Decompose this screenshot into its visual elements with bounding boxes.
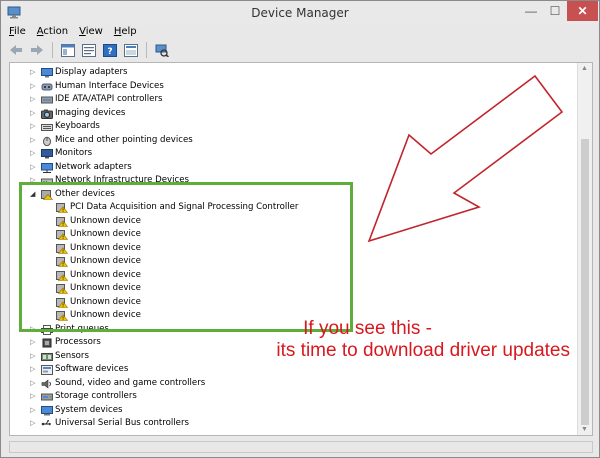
tree-node-label: Processors (55, 337, 101, 347)
tree-node-mice[interactable]: ▷ Mice and other pointing devices (10, 134, 578, 148)
tree-node-label: Keyboards (55, 121, 100, 131)
scan-hardware-icon (155, 44, 169, 57)
menu-bar: File Action View Help (1, 25, 599, 39)
minimize-button[interactable]: — (519, 1, 543, 21)
scroll-up-arrow-icon[interactable]: ▲ (581, 65, 588, 72)
back-arrow-icon (10, 45, 22, 55)
back-button[interactable] (7, 42, 25, 58)
tree-node-label: Network adapters (55, 161, 132, 172)
tree-node-label: Mice and other pointing devices (55, 134, 193, 145)
title-bar[interactable]: Device Manager — ☐ ✕ (1, 1, 599, 25)
menu-help[interactable]: Help (110, 25, 144, 39)
monitor-icon (41, 149, 53, 159)
hid-icon (41, 83, 53, 90)
tree-node-label: Sound, video and game controllers (55, 377, 206, 388)
tree-node-label: Human Interface Devices (55, 80, 164, 91)
display-adapter-icon (41, 68, 53, 78)
expand-arrow-icon[interactable]: ▷ (30, 134, 38, 148)
help-button[interactable]: ? (101, 42, 119, 58)
properties-button[interactable] (80, 42, 98, 58)
toolbar: ? (1, 39, 599, 61)
network-adapter-icon (41, 162, 53, 173)
forward-arrow-icon (31, 45, 43, 55)
expand-arrow-icon[interactable]: ▷ (30, 390, 38, 404)
forward-button[interactable] (28, 42, 46, 58)
imaging-device-icon (41, 109, 53, 119)
tree-node-sound-video[interactable]: ▷ Sound, video and game controllers (10, 377, 578, 391)
tree-node-keyboards[interactable]: ▷ Keyboards (10, 120, 578, 134)
menu-file[interactable]: File (5, 25, 33, 39)
expand-arrow-icon[interactable]: ▷ (30, 377, 38, 391)
tree-node-label: Imaging devices (55, 107, 126, 118)
system-device-icon (41, 405, 53, 415)
tree-node-label: Universal Serial Bus controllers (55, 418, 189, 428)
expand-arrow-icon[interactable]: ▷ (30, 336, 38, 350)
toolbar-separator-2 (146, 42, 147, 58)
expand-arrow-icon[interactable]: ▷ (30, 161, 38, 175)
tree-node-ide-controllers[interactable]: ▷ IDE ATA/ATAPI controllers (10, 93, 578, 107)
annotation-text-line-1: If you see this - (303, 318, 432, 339)
window-title: Device Manager (251, 6, 349, 20)
status-bar (9, 441, 593, 453)
expand-arrow-icon[interactable]: ▷ (30, 350, 38, 364)
menu-view[interactable]: View (75, 25, 110, 39)
tree-node-label: Sensors (55, 350, 89, 361)
expand-arrow-icon[interactable]: ▷ (30, 66, 38, 80)
annotation-text-line-2: its time to download driver updates (276, 340, 570, 361)
menu-action[interactable]: Action (33, 25, 75, 39)
tree-node-human-interface-devices[interactable]: ▷ Human Interface Devices (10, 80, 578, 94)
mouse-icon (43, 136, 51, 146)
vertical-scrollbar[interactable]: ▲ ▼ (577, 63, 592, 435)
tree-node-usb-controllers[interactable]: ▷ Universal Serial Bus controllers (10, 417, 578, 431)
ide-controller-icon (41, 96, 53, 104)
menu-help-label: elp (121, 26, 137, 37)
expand-arrow-icon[interactable]: ▷ (30, 404, 38, 418)
other-devices-highlight-box (19, 182, 353, 332)
tree-node-system-devices[interactable]: ▷ System devices (10, 404, 578, 418)
tree-node-monitors[interactable]: ▷ Monitors (10, 147, 578, 161)
tree-node-label: Monitors (55, 148, 93, 158)
sensor-icon (41, 352, 53, 361)
expand-arrow-icon[interactable]: ▷ (30, 417, 38, 431)
show-hide-console-tree-button[interactable] (59, 42, 77, 58)
tree-node-label: IDE ATA/ATAPI controllers (55, 94, 163, 104)
tree-node-software-devices[interactable]: ▷ Software devices (10, 363, 578, 377)
expand-arrow-icon[interactable]: ▷ (30, 80, 38, 94)
update-driver-button[interactable] (122, 42, 140, 58)
scroll-down-arrow-icon[interactable]: ▼ (581, 426, 588, 433)
storage-controller-icon (41, 393, 53, 401)
tree-node-storage-controllers[interactable]: ▷ Storage controllers (10, 390, 578, 404)
menu-file-label: ile (14, 26, 26, 37)
maximize-button[interactable]: ☐ (543, 1, 567, 21)
software-device-icon (41, 365, 53, 375)
expand-arrow-icon[interactable]: ▷ (30, 147, 38, 161)
tree-node-network-adapters[interactable]: ▷ Network adapters (10, 161, 578, 175)
tree-node-display-adapters[interactable]: ▷ Display adapters (10, 66, 578, 80)
tree-node-label: System devices (55, 404, 123, 415)
help-icon: ? (103, 43, 117, 57)
update-icon (124, 43, 138, 57)
tree-node-imaging-devices[interactable]: ▷ Imaging devices (10, 107, 578, 121)
console-tree-icon (61, 43, 75, 57)
scan-hardware-button[interactable] (153, 42, 171, 58)
tree-node-label: Storage controllers (55, 391, 137, 401)
keyboard-icon (41, 124, 53, 131)
expand-arrow-icon[interactable]: ▷ (30, 363, 38, 377)
processor-icon (42, 338, 52, 348)
usb-icon (41, 420, 51, 426)
menu-view-accesskey: V (79, 26, 86, 37)
tree-node-label: Display adapters (55, 67, 128, 77)
toolbar-separator (52, 42, 53, 58)
svg-text:?: ? (107, 47, 112, 57)
menu-action-label: ction (43, 26, 69, 37)
sound-icon (41, 378, 51, 389)
expand-arrow-icon[interactable]: ▷ (30, 107, 38, 121)
expand-arrow-icon[interactable]: ▷ (30, 93, 38, 107)
scrollbar-thumb[interactable] (581, 139, 589, 425)
tree-node-label: Software devices (55, 364, 129, 374)
properties-icon (82, 43, 96, 57)
menu-view-label: iew (85, 26, 103, 37)
close-button[interactable]: ✕ (567, 1, 598, 21)
expand-arrow-icon[interactable]: ▷ (30, 120, 38, 134)
